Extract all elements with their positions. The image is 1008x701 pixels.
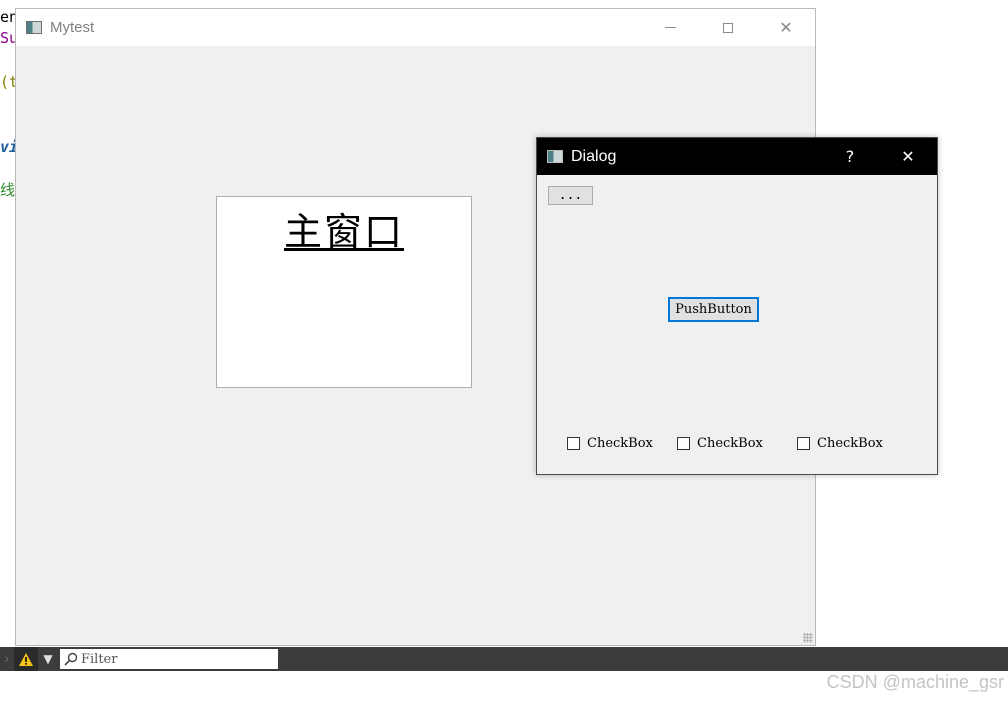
- app-window-icon: [26, 21, 42, 34]
- filter-icon[interactable]: ▼: [38, 647, 58, 671]
- dialog-window: Dialog ? ✕ ... PushButton CheckBox Check…: [536, 137, 938, 475]
- checkbox-1[interactable]: CheckBox: [567, 436, 653, 451]
- app-window-icon: [547, 150, 563, 163]
- maximize-icon: [723, 22, 733, 33]
- minimize-icon: [664, 27, 676, 28]
- checkbox-2[interactable]: CheckBox: [677, 436, 763, 451]
- close-icon: ✕: [779, 18, 793, 37]
- help-icon: ?: [845, 147, 855, 166]
- main-window-titlebar[interactable]: Mytest ✕: [16, 9, 815, 46]
- expand-arrow-icon[interactable]: ›: [0, 652, 14, 666]
- push-button[interactable]: PushButton: [668, 297, 759, 322]
- dialog-titlebar[interactable]: Dialog ? ✕: [537, 138, 937, 175]
- dialog-title: Dialog: [571, 147, 617, 165]
- dialog-controls: ? ✕: [821, 138, 937, 175]
- screen: en Sul (tl vi 线衫 Mytest ✕ 主窗口: [0, 0, 1008, 701]
- filter-search-box[interactable]: [60, 649, 278, 669]
- warning-icon: [19, 652, 33, 666]
- watermark: CSDN @machine_gsr: [826, 672, 1004, 692]
- main-window-title: Mytest: [50, 19, 95, 36]
- code-fragment: (tl: [0, 73, 16, 91]
- filter-input[interactable]: [81, 651, 271, 667]
- warning-filter-button[interactable]: [14, 647, 38, 671]
- checkbox-label: CheckBox: [587, 436, 653, 451]
- maximize-button[interactable]: [699, 9, 757, 46]
- checkbox-label: CheckBox: [697, 436, 763, 451]
- resize-grip-icon[interactable]: [803, 633, 813, 643]
- checkbox-3[interactable]: CheckBox: [797, 436, 883, 451]
- dialog-close-button[interactable]: ✕: [879, 138, 937, 175]
- code-fragment: Sul: [0, 29, 16, 47]
- minimize-button[interactable]: [641, 9, 699, 46]
- search-icon: [64, 652, 78, 666]
- code-fragment: 线衫: [0, 181, 16, 199]
- checkbox-label: CheckBox: [817, 436, 883, 451]
- issues-filter-bar: › ▼: [0, 647, 1008, 671]
- central-label-box: 主窗口: [216, 196, 472, 388]
- code-fragment: vi: [0, 138, 16, 156]
- main-window-label: 主窗口: [283, 210, 404, 254]
- code-fragment: en: [0, 8, 16, 26]
- checkbox-box[interactable]: [677, 437, 690, 450]
- checkbox-box[interactable]: [567, 437, 580, 450]
- help-button[interactable]: ?: [821, 138, 879, 175]
- window-controls: ✕: [641, 9, 815, 46]
- checkbox-box[interactable]: [797, 437, 810, 450]
- tool-button[interactable]: ...: [548, 186, 593, 205]
- close-button[interactable]: ✕: [757, 9, 815, 46]
- close-icon: ✕: [901, 147, 915, 166]
